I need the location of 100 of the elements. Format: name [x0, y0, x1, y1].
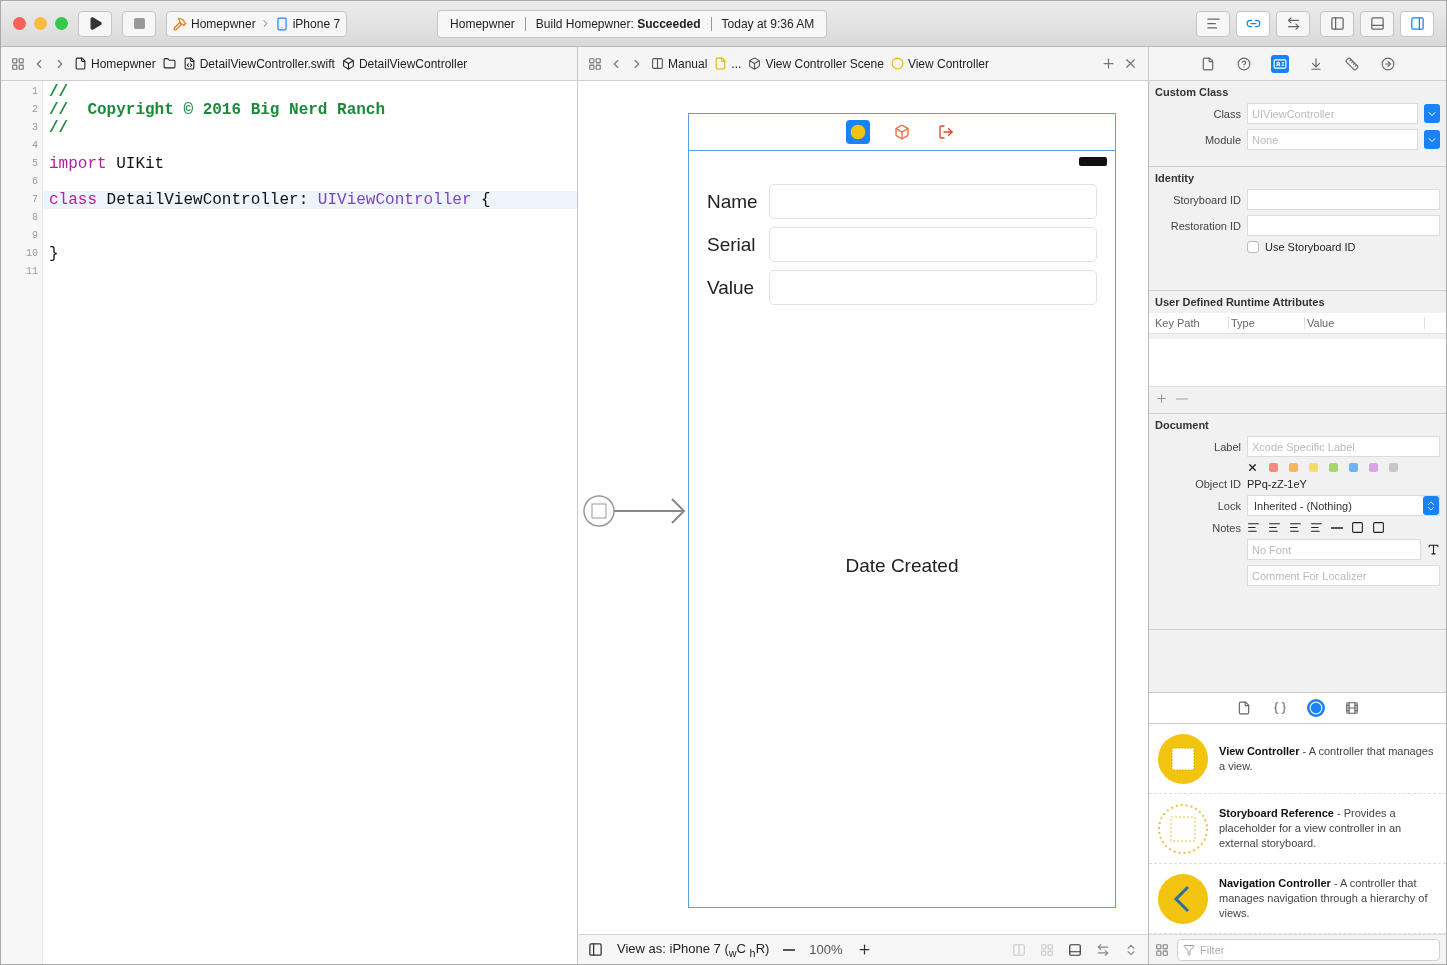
identity-icon [1272, 56, 1287, 71]
text-field[interactable] [769, 184, 1097, 219]
field-label: Notes [1211, 521, 1241, 534]
zoom-in-icon [856, 942, 872, 957]
line-number: 10 [25, 247, 39, 261]
navigator-toggle-button[interactable] [1320, 10, 1354, 37]
dash-icon [1331, 526, 1343, 529]
field-label: Lock [1216, 499, 1241, 512]
size-icon [1344, 56, 1359, 71]
grid-icon [588, 56, 602, 71]
chevron-circle-icon [1157, 872, 1209, 925]
field-label: Name [707, 190, 759, 213]
section-title: Identity [1155, 172, 1196, 184]
zoom-button[interactable] [55, 17, 68, 30]
breadcrumb-item[interactable]: View Controller [890, 56, 990, 71]
module-field[interactable]: None [1247, 129, 1418, 150]
breadcrumb-item[interactable]: View Controller Scene [748, 56, 884, 71]
clear-icon [1247, 462, 1258, 473]
storyboard-id-field[interactable] [1247, 189, 1440, 210]
breadcrumb-item[interactable]: DetailViewController.swift [182, 56, 335, 71]
color-swatch[interactable] [1349, 463, 1358, 472]
color-swatch[interactable] [1369, 463, 1378, 472]
dropdown-button[interactable] [1424, 104, 1440, 123]
lines-icon [1205, 16, 1221, 31]
align-left-icon [1247, 521, 1260, 534]
library-item[interactable]: View Controller - A controller that manages a view. [1149, 724, 1446, 794]
assistant-editor-button[interactable] [1236, 10, 1270, 37]
breadcrumb-item[interactable]: Homepwner [74, 56, 156, 71]
date-label: Date Created [845, 555, 959, 577]
close-button[interactable] [13, 17, 26, 30]
object-id: PPq-zZ-1eY [1247, 478, 1307, 490]
add-icon [1101, 56, 1116, 71]
view-as-label[interactable]: View as: iPhone 7 ($_{w}$C $_{h}$R) [617, 940, 770, 959]
lock-popup[interactable]: Inherited - (Nothing) [1247, 495, 1440, 516]
build-time: Today at 9:36 AM [721, 16, 815, 31]
build-status: Build Homepwner: Succeeded [535, 16, 701, 31]
stop-icon [132, 17, 146, 30]
hammer-icon [173, 16, 187, 31]
line-number: 8 [31, 211, 39, 225]
run-button[interactable] [78, 10, 112, 37]
phone-icon [274, 16, 289, 31]
restoration-id-field[interactable] [1247, 215, 1440, 236]
panel-icon [1329, 16, 1345, 31]
connections-icon [1380, 56, 1395, 71]
column-header: Key Path [1153, 317, 1229, 329]
column-header: Value [1305, 317, 1425, 329]
checkbox[interactable] [1247, 241, 1259, 253]
file-icon [182, 57, 196, 70]
breadcrumb-item[interactable]: Manual [651, 56, 708, 71]
breadcrumb-item[interactable]: DetailViewController [341, 56, 468, 71]
scheme-selector[interactable]: Homepwner iPhone 7 [166, 10, 348, 37]
panel-icon [1369, 16, 1385, 31]
line-number: 11 [25, 265, 39, 279]
cube-icon [894, 124, 910, 140]
version-editor-button[interactable] [1276, 10, 1310, 37]
class-field[interactable]: UIViewController [1247, 103, 1418, 124]
checkbox-label: Use Storyboard ID [1265, 241, 1356, 253]
updown-icon [1425, 499, 1437, 512]
color-swatch[interactable] [1289, 463, 1298, 472]
stop-button[interactable] [122, 10, 156, 37]
comment-field[interactable]: Comment For Localizer [1247, 565, 1440, 586]
folder-icon [162, 57, 176, 70]
color-swatch[interactable] [1269, 463, 1278, 472]
section-title: User Defined Runtime Attributes [1155, 296, 1326, 308]
breadcrumb-item[interactable]: ... [714, 56, 742, 71]
field-label: Label [1213, 440, 1241, 453]
media-icon [1344, 701, 1359, 715]
library-item[interactable]: Navigation Controller - A controller that manages navigation through a hierarchy of views. [1149, 864, 1446, 934]
identity-inspector-tab[interactable] [1270, 54, 1289, 73]
code-line: import UIKit [48, 155, 166, 173]
utilities-toggle-button[interactable] [1400, 10, 1434, 37]
filter-field[interactable]: Filter [1177, 938, 1440, 961]
code-line: // [48, 83, 70, 101]
dropdown-button[interactable] [1424, 130, 1440, 149]
help-icon [1236, 56, 1251, 71]
dashed-circle-icon [1157, 802, 1209, 855]
color-swatch[interactable] [1329, 463, 1338, 472]
field-label: Object ID [1194, 478, 1241, 490]
color-swatch[interactable] [1309, 463, 1318, 472]
library-item[interactable]: Storyboard Reference - Provides a placeholder for a view controller in an external storyboard. [1149, 794, 1446, 864]
debug-toggle-button[interactable] [1360, 10, 1394, 37]
breadcrumb-item[interactable] [162, 57, 176, 70]
controller-button[interactable] [846, 120, 870, 144]
line-number: 6 [31, 175, 39, 189]
close-icon [1123, 56, 1138, 71]
font-field[interactable]: No Font [1247, 539, 1421, 560]
standard-editor-button[interactable] [1196, 10, 1230, 37]
text-field[interactable] [769, 270, 1097, 305]
text-field[interactable] [769, 227, 1097, 262]
field-label: Serial [707, 233, 757, 256]
color-swatch[interactable] [1389, 463, 1398, 472]
object-library-tab[interactable] [1306, 699, 1325, 717]
arrows-icon [1285, 16, 1301, 31]
field-label: Value [707, 276, 756, 299]
label-field[interactable]: Xcode Specific Label [1247, 436, 1440, 457]
play-icon [87, 16, 103, 31]
object-icon [1308, 701, 1323, 715]
battery-icon [1079, 157, 1107, 166]
field-label: Storyboard ID [1172, 193, 1241, 206]
line-number: 7 [31, 193, 39, 207]
